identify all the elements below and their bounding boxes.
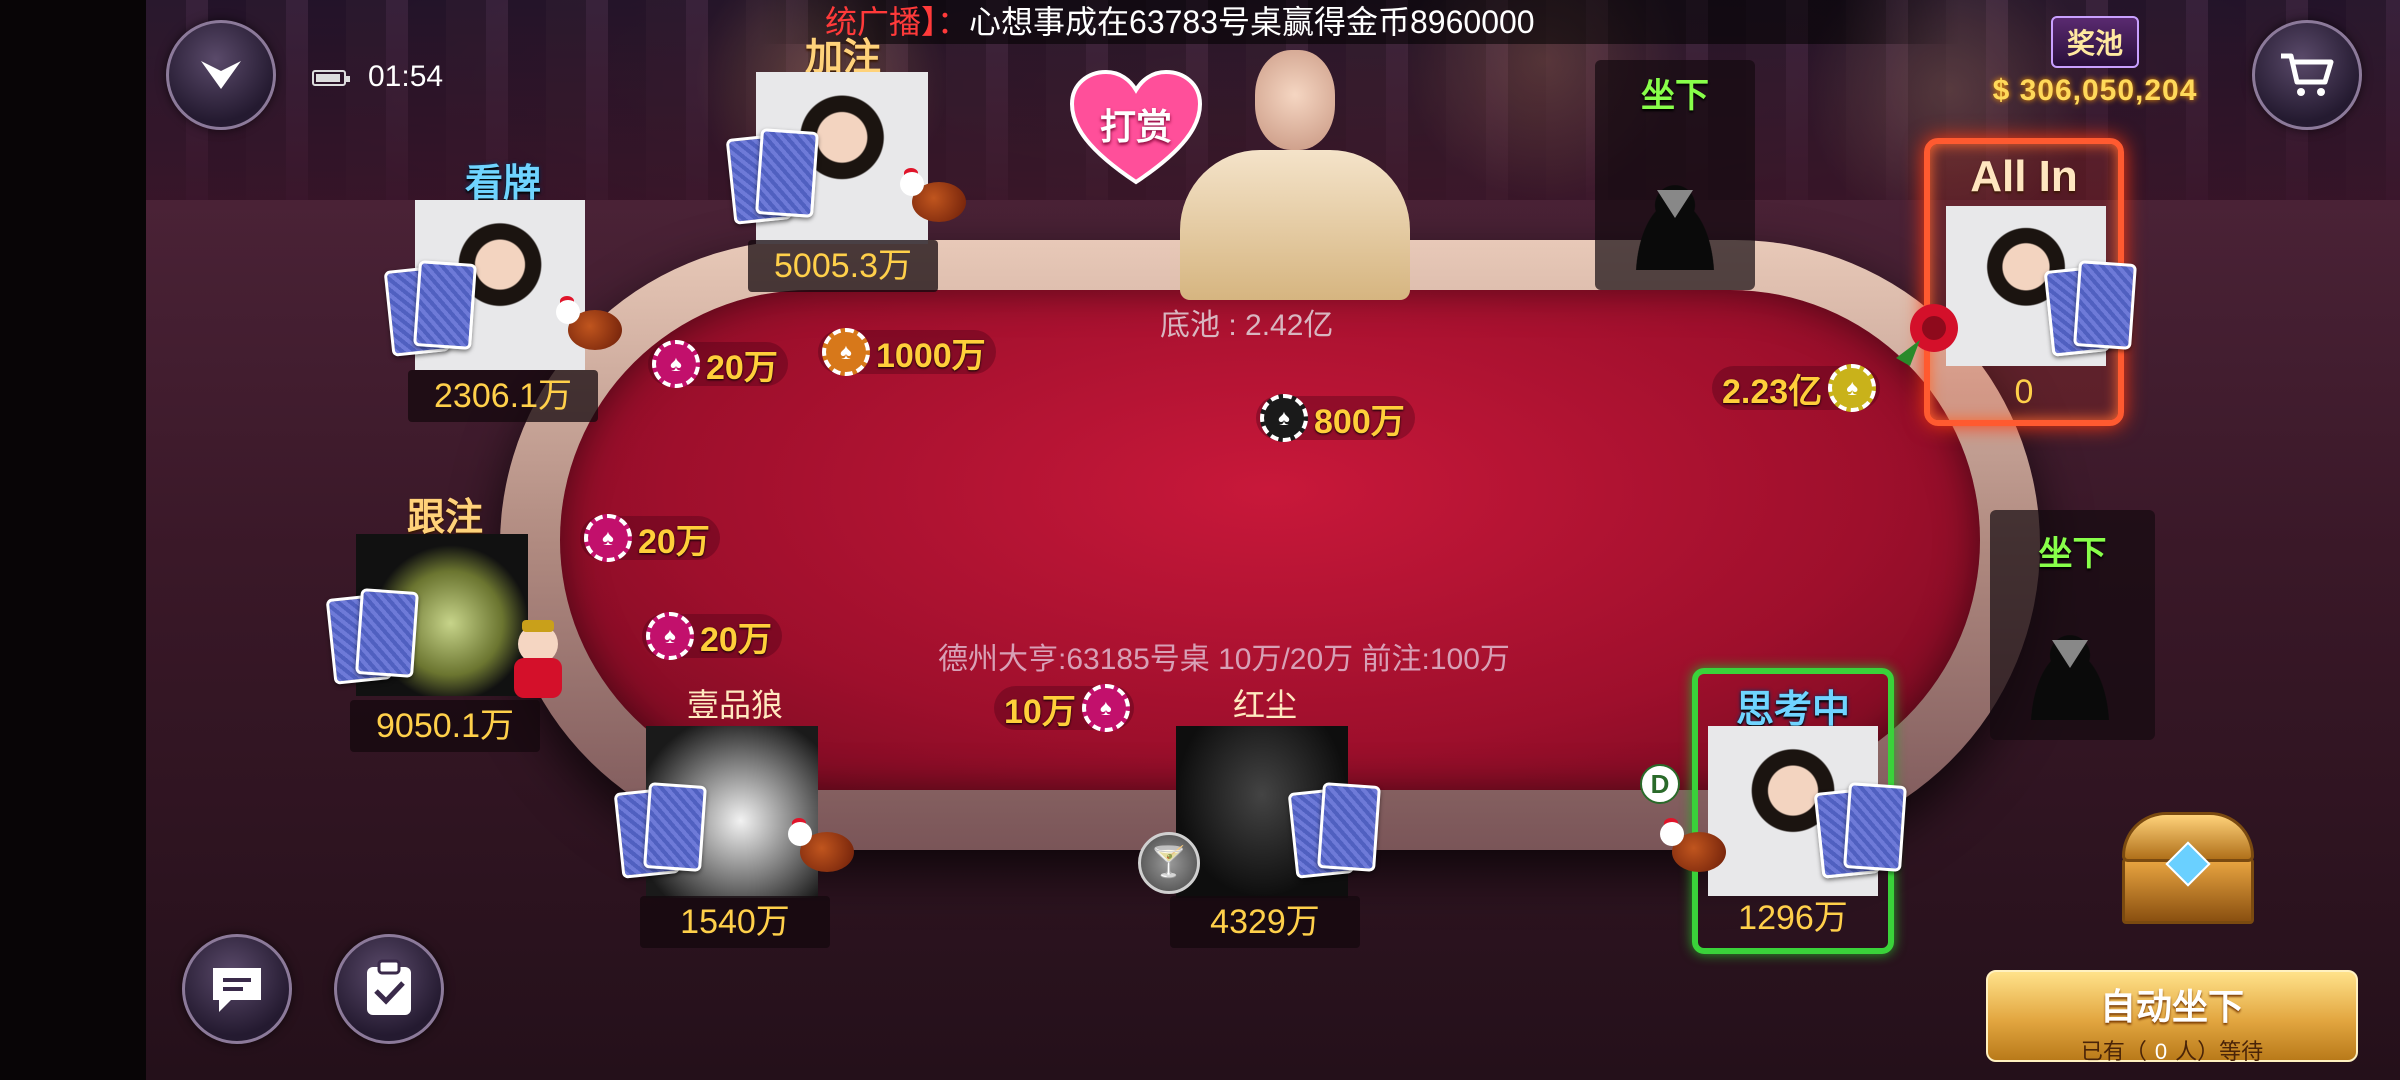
jackpot-amount: $ 306,050,204 (1992, 74, 2198, 107)
seat-chips: 1296万 (1738, 899, 1848, 937)
game-table-screen: 统广播】：心想事成在63783号桌赢得金币8960000 01:54 打赏 奖池… (0, 0, 2400, 1080)
seat-chips: 9050.1万 (350, 700, 540, 752)
seat-status: 看牌 (464, 163, 541, 205)
arrow-down-icon (1657, 190, 1693, 218)
bet-amount: 20万 (706, 348, 778, 387)
bet-chip-stack: ♠ 2.23亿 (1712, 364, 1881, 412)
dealer-button: D (1640, 764, 1680, 804)
shop-button[interactable] (2252, 20, 2362, 130)
player-name: 壹品狼 (686, 687, 783, 723)
hole-cards (725, 128, 820, 226)
sit-down-label: 坐下 (2038, 535, 2107, 573)
chip-icon: ♠ (584, 514, 632, 562)
auto-sit-waiting: 已有（ 0 人）等待 (1988, 1034, 2356, 1066)
rooster-icon (1660, 818, 1730, 878)
auto-sit-button[interactable]: 自动坐下 已有（ 0 人）等待 (1986, 970, 2358, 1064)
seat-chips: 0 (2014, 373, 2034, 411)
task-clipboard-icon (367, 959, 411, 1015)
waiting-suffix: 人）等待 (2175, 1039, 2264, 1064)
bet-amount: 800万 (1314, 402, 1405, 441)
clock-time: 01:54 (368, 60, 444, 93)
collapse-menu-icon (201, 61, 241, 89)
seat-status: All In (1970, 152, 2078, 201)
hole-cards (613, 782, 708, 880)
jackpot-title: 奖池 (2050, 16, 2139, 68)
rooster-icon (788, 818, 858, 878)
chip-icon: ♠ (652, 340, 700, 388)
waiting-prefix: 已有（ (2080, 1039, 2147, 1064)
chip-icon: ♠ (1828, 364, 1877, 412)
auto-sit-title: 自动坐下 (2099, 986, 2244, 1027)
chip-icon: ♠ (1260, 394, 1308, 442)
sit-down-label: 坐下 (1641, 77, 1709, 115)
table-info: 德州大亨:63185号桌 10万/20万 前注:100万 (938, 643, 1510, 676)
bet-chip-stack: ♠ 20万 (642, 612, 782, 660)
seat-status: 思考中 (1735, 689, 1850, 731)
rose-icon (1896, 304, 1958, 366)
fortune-god-icon (514, 620, 562, 698)
empty-seat-right[interactable]: 坐下 (1990, 510, 2155, 740)
collapse-menu-button[interactable] (166, 20, 276, 130)
tip-button-label: 打赏 (1099, 106, 1172, 147)
chip-icon: ♠ (1081, 684, 1130, 732)
bet-chip-stack: ♠ 20万 (580, 514, 720, 562)
cocktail-icon[interactable]: 🍸 (1138, 832, 1200, 894)
bet-amount: 20万 (638, 522, 710, 561)
seat-status: 跟注 (406, 497, 483, 539)
player-name: 红尘 (1232, 687, 1297, 723)
seat-chips: 4329万 (1170, 896, 1360, 948)
hole-cards (1287, 782, 1382, 880)
bet-amount: 1000万 (876, 336, 986, 375)
seat-chips: 1540万 (640, 896, 830, 948)
chip-icon: ♠ (646, 612, 694, 660)
bet-chip-stack: ♠ 10万 (994, 684, 1134, 732)
left-letterbox (0, 0, 146, 1080)
seat-chips: 5005.3万 (748, 240, 938, 292)
treasure-chest-button[interactable] (2118, 808, 2258, 928)
shop-cart-icon (2281, 53, 2334, 96)
jackpot-display[interactable]: 奖池 $ 306,050,204 (1960, 10, 2230, 130)
rooster-icon (900, 168, 970, 228)
bet-chip-stack: ♠ 800万 (1256, 394, 1415, 442)
waiting-count: 0 (2154, 1039, 2168, 1064)
chat-button[interactable] (182, 934, 292, 1044)
pot-total: 底池 : 2.42亿 (1160, 309, 1334, 342)
bet-amount: 10万 (1004, 692, 1076, 731)
bet-amount: 20万 (700, 620, 772, 659)
hole-cards (383, 260, 478, 358)
hole-cards (1813, 782, 1908, 880)
bet-amount: 2.23亿 (1722, 372, 1823, 411)
seat-chips: 2306.1万 (408, 370, 598, 422)
empty-seat-top-right[interactable]: 坐下 (1595, 60, 1755, 290)
rooster-icon (556, 296, 626, 356)
chip-icon: ♠ (822, 328, 870, 376)
arrow-down-icon (2052, 640, 2088, 668)
bet-chip-stack: ♠ 1000万 (818, 328, 996, 376)
tip-button[interactable]: 打赏 (1068, 69, 1204, 186)
task-button[interactable] (334, 934, 444, 1044)
hole-cards (325, 588, 420, 686)
battery-icon (312, 70, 350, 86)
chat-icon (213, 968, 261, 1012)
hole-cards (2043, 260, 2138, 358)
bet-chip-stack: ♠ 20万 (648, 340, 788, 388)
